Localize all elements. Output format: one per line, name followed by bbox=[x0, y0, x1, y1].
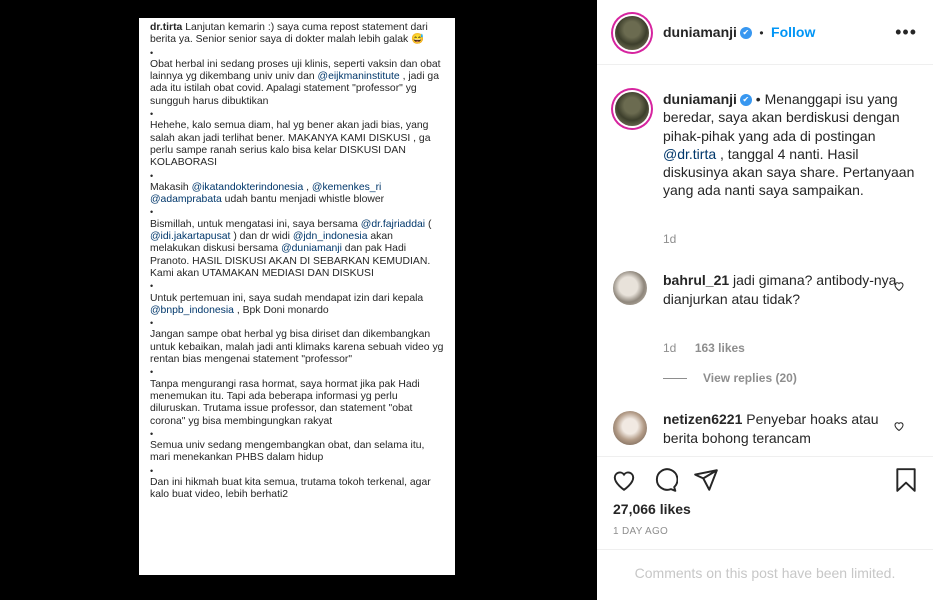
image-paragraph-1: dr.tirta Lanjutan kemarin :) saya cuma r… bbox=[150, 22, 445, 47]
comment-1-meta: 1d 163 likes bbox=[663, 339, 745, 357]
caption-avatar[interactable] bbox=[615, 92, 649, 126]
image-text: ) dan dr widi bbox=[230, 231, 293, 243]
image-paragraph-10: Dan ini hikmah buat kita semua, trutama … bbox=[150, 476, 431, 501]
commenter-avatar[interactable] bbox=[613, 271, 647, 305]
image-paragraph-3: Hehehe, kalo semua diam, hal yg bener ak… bbox=[150, 120, 431, 169]
view-replies-label: View replies (20) bbox=[703, 371, 797, 385]
image-bullet: • bbox=[150, 170, 154, 181]
image-text: Untuk pertemuan ini, saya sudah mendapat… bbox=[150, 292, 424, 304]
image-paragraph-5: Bismillah, untuk mengatasi ini, saya ber… bbox=[150, 219, 445, 280]
image-mention: @dr.fajriaddai bbox=[360, 218, 426, 230]
author-avatar[interactable] bbox=[615, 16, 649, 50]
image-bullet: • bbox=[150, 465, 154, 476]
comment-1: bahrul_21 jadi gimana? antibody-nya dian… bbox=[663, 271, 899, 309]
author-username[interactable]: duniamanji bbox=[663, 24, 737, 40]
heart-icon[interactable] bbox=[611, 467, 637, 493]
image-bullet: • bbox=[150, 367, 154, 378]
post-date[interactable]: 1 DAY AGO bbox=[613, 526, 668, 537]
image-paragraph-9: Semua univ sedang mengembangkan obat, da… bbox=[150, 440, 425, 464]
image-mention: @jdn_indonesia bbox=[292, 231, 368, 243]
post-image[interactable]: dr.tirta Lanjutan kemarin :) saya cuma r… bbox=[139, 18, 455, 575]
post-side-panel: duniamanji ✔ • Follow ••• duniamanji ✔ • M… bbox=[597, 0, 933, 600]
commenter-avatar[interactable] bbox=[613, 411, 647, 445]
image-text: ( bbox=[425, 218, 432, 230]
verified-badge-icon: ✔ bbox=[739, 94, 752, 107]
image-bullet: • bbox=[150, 281, 154, 292]
post-header: duniamanji ✔ • Follow ••• bbox=[597, 0, 933, 65]
caption-username[interactable]: duniamanji bbox=[663, 91, 737, 107]
image-username: dr.tirta bbox=[150, 22, 183, 33]
comment-like-icon[interactable] bbox=[893, 420, 905, 432]
comment-2: netizen6221 Penyebar hoaks atau berita b… bbox=[663, 410, 899, 448]
image-mention: @idi.jakartapusat bbox=[150, 231, 231, 243]
image-text: udah bantu menjadi whistle blower bbox=[221, 194, 385, 206]
bookmark-icon[interactable] bbox=[893, 467, 919, 493]
image-bullet: • bbox=[150, 47, 154, 58]
image-bullet: • bbox=[150, 428, 154, 439]
comment-time[interactable]: 1d bbox=[663, 341, 676, 355]
likes-count[interactable]: 27,066 likes bbox=[613, 501, 691, 517]
image-mention: @ikatandokterindonesia bbox=[191, 181, 304, 193]
image-bullet: • bbox=[150, 207, 154, 218]
replies-divider bbox=[663, 378, 687, 380]
comment-username[interactable]: netizen6221 bbox=[663, 411, 742, 427]
image-paragraph-4: Makasih @ikatandokterindonesia , @kemenk… bbox=[150, 182, 445, 207]
image-paragraph-2: Obat herbal ini sedang proses uji klinis… bbox=[150, 59, 445, 108]
image-text: Makasih bbox=[150, 181, 192, 193]
image-bullet: • bbox=[150, 109, 154, 120]
comment-like-icon[interactable] bbox=[893, 280, 905, 292]
post-caption: duniamanji ✔ • Menanggapi isu yang bereda… bbox=[663, 90, 915, 200]
post-media-area: dr.tirta Lanjutan kemarin :) saya cuma r… bbox=[0, 0, 597, 600]
image-mention: @eijkmaninstitute bbox=[317, 71, 400, 83]
author-info: duniamanji ✔ • Follow bbox=[663, 24, 815, 42]
comment-username[interactable]: bahrul_21 bbox=[663, 272, 729, 288]
verified-badge-icon: ✔ bbox=[739, 26, 752, 39]
image-text: , Bpk Doni monardo bbox=[233, 304, 329, 316]
follow-button[interactable]: Follow bbox=[771, 24, 815, 40]
header-separator: • bbox=[759, 26, 764, 40]
image-paragraph-7: Jangan sampe obat herbal yg bisa diriset… bbox=[150, 329, 444, 366]
image-mention: @duniamanji bbox=[281, 243, 342, 255]
caption-time[interactable]: 1d bbox=[663, 232, 676, 246]
more-options-icon[interactable]: ••• bbox=[895, 22, 917, 43]
image-text: Lanjutan kemarin :) saya cuma repost sta… bbox=[150, 22, 428, 46]
comment-icon[interactable] bbox=[652, 467, 678, 493]
caption-mention[interactable]: @dr.tirta bbox=[663, 146, 716, 162]
image-paragraph-6: Untuk pertemuan ini, saya sudah mendapat… bbox=[150, 293, 445, 318]
image-mention: @kemenkes_ri bbox=[311, 181, 382, 193]
image-paragraph-8: Tanpa mengurangi rasa hormat, saya horma… bbox=[150, 378, 420, 427]
view-replies-button[interactable]: View replies (20) bbox=[663, 371, 797, 385]
share-icon[interactable] bbox=[693, 467, 719, 493]
comments-limited-notice: Comments on this post have been limited. bbox=[597, 549, 933, 600]
image-bullet: • bbox=[150, 318, 154, 329]
image-text: Bismillah, untuk mengatasi ini, saya ber… bbox=[150, 218, 361, 230]
image-text: , bbox=[303, 181, 312, 193]
comment-likes[interactable]: 163 likes bbox=[695, 341, 745, 355]
image-mention: @bnpb_indonesia bbox=[150, 304, 234, 316]
image-mention: @adamprabata bbox=[150, 194, 222, 206]
